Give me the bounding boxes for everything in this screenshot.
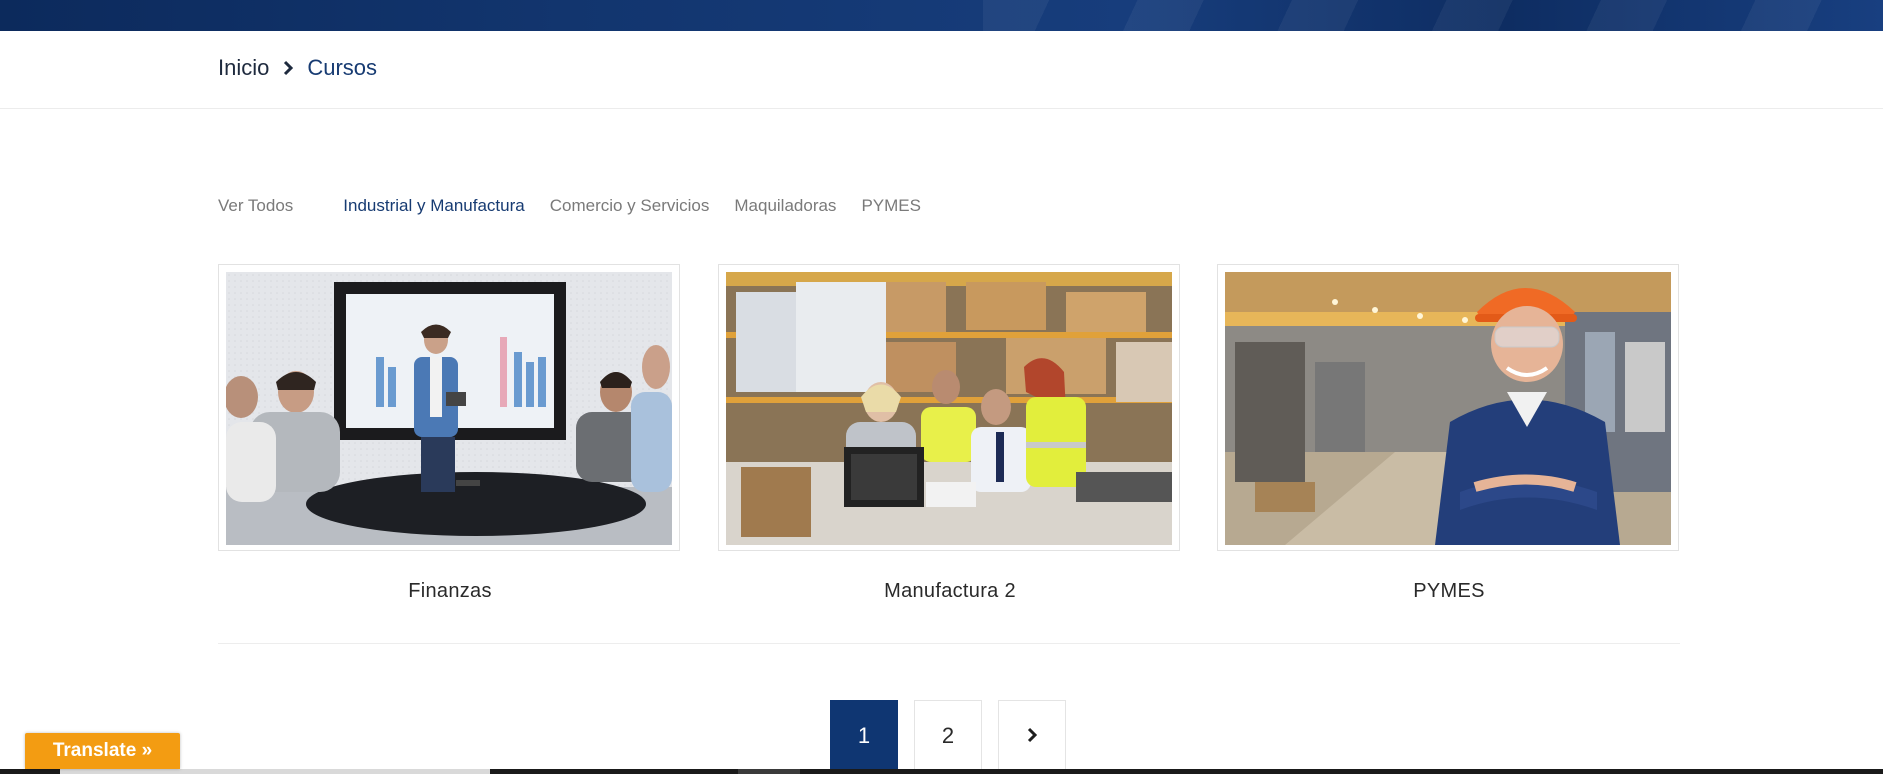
course-image-frame[interactable]: [1217, 264, 1679, 551]
top-banner: [0, 0, 1883, 31]
course-title[interactable]: Finanzas: [218, 580, 682, 603]
page-2-button[interactable]: 2: [914, 700, 982, 774]
breadcrumb-current[interactable]: Cursos: [307, 55, 377, 81]
course-card[interactable]: PYMES: [1217, 264, 1681, 602]
course-card[interactable]: Finanzas: [218, 264, 682, 602]
bottom-bar: [0, 769, 1883, 774]
pagination: 1 2: [830, 700, 1066, 774]
bottom-bar-segment: [60, 769, 490, 774]
factory-worker-photo[interactable]: [1225, 272, 1671, 545]
chevron-right-icon: [281, 59, 295, 77]
course-title[interactable]: Manufactura 2: [718, 580, 1182, 603]
header-divider: [0, 108, 1883, 109]
next-page-button[interactable]: [998, 700, 1066, 774]
filter-comercio-servicios[interactable]: Comercio y Servicios: [550, 196, 710, 216]
content-divider: [218, 643, 1680, 644]
filter-ver-todos[interactable]: Ver Todos: [218, 196, 293, 216]
breadcrumb-home-link[interactable]: Inicio: [218, 55, 269, 81]
translate-button[interactable]: Translate »: [25, 733, 180, 769]
course-image-frame[interactable]: [218, 264, 680, 551]
filter-industrial-manufactura[interactable]: Industrial y Manufactura: [343, 196, 524, 216]
course-image-frame[interactable]: [718, 264, 1180, 551]
breadcrumb: Inicio Cursos: [218, 54, 377, 82]
business-presentation-photo[interactable]: [226, 272, 672, 545]
category-filters: Ver Todos Industrial y Manufactura Comer…: [218, 196, 921, 216]
filter-maquiladoras[interactable]: Maquiladoras: [734, 196, 836, 216]
filter-pymes[interactable]: PYMES: [861, 196, 921, 216]
course-card[interactable]: Manufactura 2: [718, 264, 1182, 602]
page-1-button[interactable]: 1: [830, 700, 898, 774]
warehouse-team-photo[interactable]: [726, 272, 1172, 545]
bottom-bar-segment: [738, 769, 800, 774]
course-title[interactable]: PYMES: [1217, 580, 1681, 603]
chevron-right-icon: [1026, 727, 1038, 743]
